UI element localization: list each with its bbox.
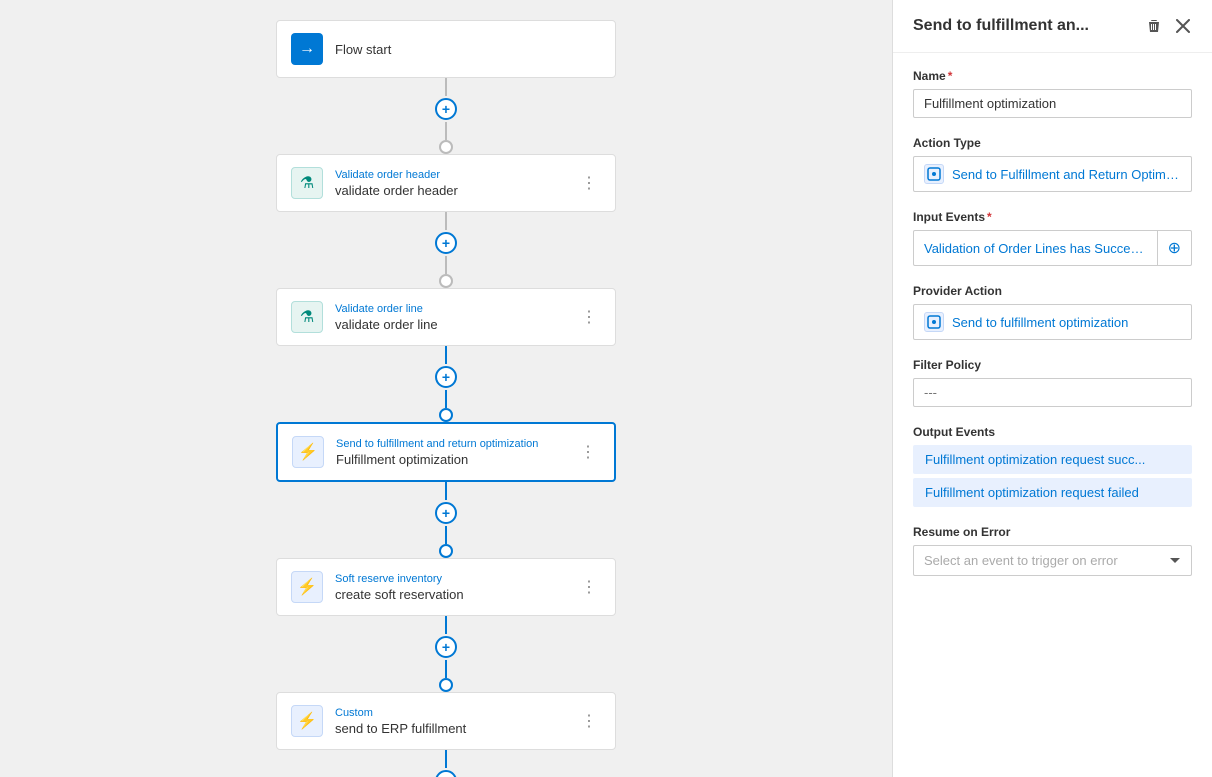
line-1 [445, 212, 447, 230]
connector-0: + [435, 78, 457, 154]
connector-2: + [435, 346, 457, 422]
circle-2 [439, 408, 453, 422]
flow-node-flow-start[interactable]: → Flow start [276, 20, 616, 78]
connector-4: + [435, 616, 457, 692]
circle-3 [439, 544, 453, 558]
action-type-field-group: Action Type Send to Fulfillment and Retu… [913, 136, 1192, 192]
validate-header-subtitle: Validate order header [335, 169, 577, 181]
line-4 [445, 616, 447, 634]
validate-header-menu[interactable]: ⋮ [577, 169, 601, 197]
custom-erp-icon: ⚡ [291, 705, 323, 737]
action-type-selector[interactable]: Send to Fulfillment and Return Optimiza.… [913, 156, 1192, 192]
detail-header-icons [1144, 16, 1192, 36]
name-input[interactable] [913, 89, 1192, 118]
output-events-field-group: Output Events Fulfillment optimization r… [913, 425, 1192, 507]
custom-erp-title: send to ERP fulfillment [335, 721, 577, 736]
name-label: Name* [913, 69, 1192, 83]
connector-5: + [435, 750, 457, 777]
validate-line-subtitle: Validate order line [335, 303, 577, 315]
add-btn-3[interactable]: + [435, 502, 457, 524]
action-type-value: Send to Fulfillment and Return Optimiza.… [952, 167, 1181, 182]
output-events-label: Output Events [913, 425, 1192, 439]
flow-node-send-fulfillment[interactable]: ⚡ Send to fulfillment and return optimiz… [276, 422, 616, 482]
validate-line-menu[interactable]: ⋮ [577, 303, 601, 331]
validate-line-icon: ⚗ [291, 301, 323, 333]
action-type-label: Action Type [913, 136, 1192, 150]
connector-1: + [435, 212, 457, 288]
resume-on-error-field-group: Resume on Error Select an event to trigg… [913, 525, 1192, 576]
resume-on-error-select[interactable]: Select an event to trigger on error Fulf… [913, 545, 1192, 576]
circle-0 [439, 140, 453, 154]
soft-reserve-subtitle: Soft reserve inventory [335, 573, 577, 585]
provider-action-value: Send to fulfillment optimization [952, 315, 1128, 330]
add-btn-0[interactable]: + [435, 98, 457, 120]
add-btn-1[interactable]: + [435, 232, 457, 254]
add-btn-2[interactable]: + [435, 366, 457, 388]
action-type-icon [924, 164, 944, 184]
provider-action-label: Provider Action [913, 284, 1192, 298]
flow-node-custom-erp[interactable]: ⚡ Custom send to ERP fulfillment ⋮ [276, 692, 616, 750]
line-1b [445, 256, 447, 274]
detail-body: Name* Action Type Send to Fulfillment an… [893, 53, 1212, 592]
flow-start-title: Flow start [335, 42, 601, 57]
detail-header: Send to fulfillment an... [893, 0, 1212, 53]
line-2 [445, 346, 447, 364]
provider-action-field-group: Provider Action Send to fulfillment opti… [913, 284, 1192, 340]
line-3b [445, 526, 447, 544]
circle-4 [439, 678, 453, 692]
custom-erp-subtitle: Custom [335, 707, 577, 719]
soft-reserve-title: create soft reservation [335, 587, 577, 602]
line-3 [445, 482, 447, 500]
line-0 [445, 78, 447, 96]
flow-wrapper: → Flow start + ⚗ Validate order header v… [271, 20, 621, 777]
soft-reserve-menu[interactable]: ⋮ [577, 573, 601, 601]
line-2b [445, 390, 447, 408]
provider-action-icon [924, 312, 944, 332]
input-events-label: Input Events* [913, 210, 1192, 224]
custom-erp-menu[interactable]: ⋮ [577, 707, 601, 735]
input-events-field-group: Input Events* Validation of Order Lines … [913, 210, 1192, 266]
send-fulfillment-subtitle: Send to fulfillment and return optimizat… [336, 438, 576, 450]
output-event-0[interactable]: Fulfillment optimization request succ... [913, 445, 1192, 474]
send-fulfillment-menu[interactable]: ⋮ [576, 438, 600, 466]
delete-button[interactable] [1144, 16, 1164, 36]
add-btn-5[interactable]: + [435, 770, 457, 777]
line-5 [445, 750, 447, 768]
circle-1 [439, 274, 453, 288]
filter-policy-field-group: Filter Policy [913, 358, 1192, 407]
send-fulfillment-icon: ⚡ [292, 436, 324, 468]
input-events-value: Validation of Order Lines has Succeed... [914, 234, 1157, 263]
validate-line-title: validate order line [335, 317, 577, 332]
filter-policy-input[interactable] [913, 378, 1192, 407]
validate-header-icon: ⚗ [291, 167, 323, 199]
soft-reserve-icon: ⚡ [291, 571, 323, 603]
flow-start-icon: → [291, 33, 323, 65]
line-4b [445, 660, 447, 678]
line-0b [445, 122, 447, 140]
close-button[interactable] [1174, 17, 1192, 35]
resume-on-error-label: Resume on Error [913, 525, 1192, 539]
name-field-group: Name* [913, 69, 1192, 118]
flow-canvas: → Flow start + ⚗ Validate order header v… [0, 0, 892, 777]
add-btn-4[interactable]: + [435, 636, 457, 658]
input-events-add-btn[interactable]: ⊕ [1157, 231, 1191, 265]
output-event-1[interactable]: Fulfillment optimization request failed [913, 478, 1192, 507]
send-fulfillment-title: Fulfillment optimization [336, 452, 576, 467]
provider-action-box[interactable]: Send to fulfillment optimization [913, 304, 1192, 340]
input-events-row: Validation of Order Lines has Succeed...… [913, 230, 1192, 266]
output-events-list: Fulfillment optimization request succ...… [913, 445, 1192, 507]
detail-panel: Send to fulfillment an... Name* Action T… [892, 0, 1212, 777]
filter-policy-label: Filter Policy [913, 358, 1192, 372]
flow-node-soft-reserve[interactable]: ⚡ Soft reserve inventory create soft res… [276, 558, 616, 616]
flow-node-validate-header[interactable]: ⚗ Validate order header validate order h… [276, 154, 616, 212]
detail-title: Send to fulfillment an... [913, 17, 1144, 35]
connector-3: + [435, 482, 457, 558]
flow-node-validate-line[interactable]: ⚗ Validate order line validate order lin… [276, 288, 616, 346]
validate-header-title: validate order header [335, 183, 577, 198]
